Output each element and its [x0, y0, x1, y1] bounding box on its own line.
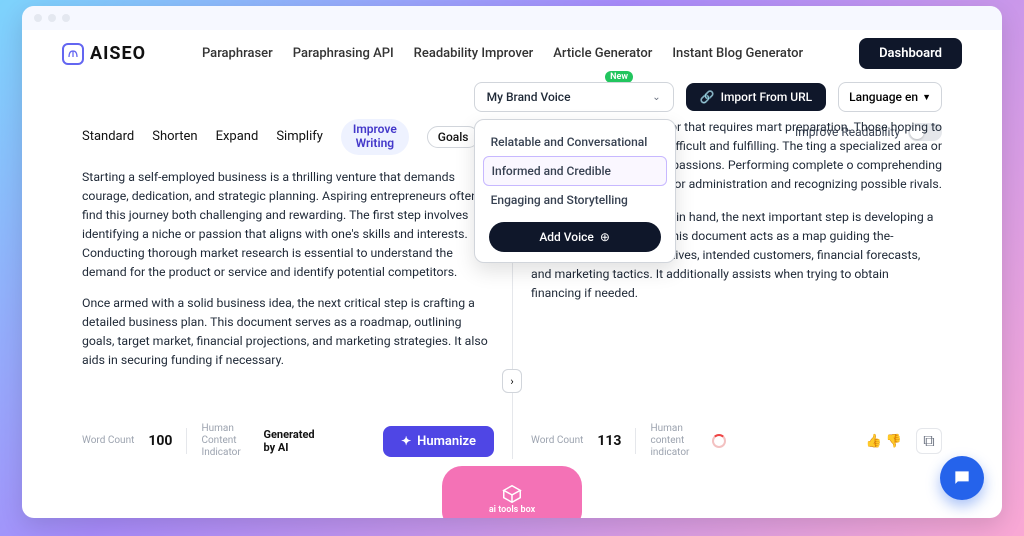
- tab-simplify[interactable]: Simplify: [276, 129, 323, 144]
- language-label: Language en: [849, 90, 918, 104]
- window-dot: [62, 14, 70, 22]
- input-column: Standard Shorten Expand Simplify Improve…: [82, 119, 512, 459]
- goals-button[interactable]: Goals: [427, 126, 480, 148]
- nav-paraphraser[interactable]: Paraphraser: [202, 46, 273, 61]
- word-count-label: Word Count: [82, 435, 134, 447]
- import-from-url-button[interactable]: 🔗 Import From URL: [686, 83, 827, 111]
- nav-instant-blog-generator[interactable]: Instant Blog Generator: [672, 46, 803, 61]
- swap-columns-button[interactable]: ›: [502, 369, 522, 393]
- word-count-metric: Word Count: [531, 435, 583, 447]
- word-count-metric: Word Count: [82, 435, 134, 447]
- header: AISEO Paraphraser Paraphrasing API Reada…: [22, 30, 1002, 75]
- brand-voice-label: My Brand Voice: [487, 90, 571, 104]
- top-nav: Paraphraser Paraphrasing API Readability…: [202, 46, 803, 61]
- logo-icon: [62, 43, 84, 65]
- add-voice-button[interactable]: Add Voice ⊕: [489, 222, 661, 252]
- mode-tabs: Standard Shorten Expand Simplify Improve…: [82, 119, 494, 155]
- word-count-value: 113: [597, 433, 621, 449]
- nav-readability-improver[interactable]: Readability Improver: [414, 46, 534, 61]
- add-voice-label: Add Voice: [539, 230, 594, 244]
- chat-fab[interactable]: [940, 456, 984, 500]
- input-footer: Word Count 100 Human Content Indicator G…: [82, 415, 494, 459]
- nav-paraphrasing-api[interactable]: Paraphrasing API: [293, 46, 394, 61]
- sparkle-icon: ✦: [401, 434, 411, 448]
- brand-voice-option-engaging[interactable]: Engaging and Storytelling: [483, 186, 667, 214]
- link-icon: 🔗: [700, 90, 715, 104]
- copy-icon: ⧉: [923, 431, 934, 451]
- brand-voice-option-informed[interactable]: Informed and Credible: [483, 156, 667, 186]
- plus-circle-icon: ⊕: [600, 230, 610, 244]
- caret-down-icon: ▼: [922, 92, 931, 103]
- dashboard-button[interactable]: Dashboard: [859, 38, 962, 69]
- brand-voice-option-relatable[interactable]: Relatable and Conversational: [483, 128, 667, 156]
- word-count-value: 100: [148, 433, 172, 449]
- hci-label: Human content indicator: [650, 423, 698, 459]
- tab-standard[interactable]: Standard: [82, 129, 134, 144]
- import-url-label: Import From URL: [721, 90, 813, 104]
- tab-expand[interactable]: Expand: [216, 129, 259, 144]
- box-icon: [501, 483, 523, 505]
- word-count-label: Word Count: [531, 435, 583, 447]
- generated-by-ai-label: Generated by AI: [263, 428, 323, 454]
- chat-icon: [952, 468, 972, 488]
- nav-article-generator[interactable]: Article Generator: [553, 46, 652, 61]
- language-select[interactable]: Language en ▼: [838, 82, 942, 112]
- watermark: ai tools box: [442, 466, 582, 518]
- watermark-label: ai tools box: [489, 505, 535, 515]
- app-window: AISEO Paraphraser Paraphrasing API Reada…: [22, 6, 1002, 518]
- window-dot: [48, 14, 56, 22]
- chevron-down-icon: ⌄: [652, 92, 660, 103]
- content: New My Brand Voice ⌄ Relatable and Conve…: [22, 75, 1002, 518]
- top-controls: New My Brand Voice ⌄ Relatable and Conve…: [82, 79, 942, 115]
- output-footer: Word Count 113 Human content indicator 👍…: [531, 415, 942, 459]
- thumbs-down-icon[interactable]: 👎: [886, 434, 902, 449]
- goals-label: Goals: [438, 130, 469, 144]
- humanize-button[interactable]: ✦ Humanize: [383, 426, 494, 457]
- divider: [186, 428, 187, 454]
- window-chrome: [22, 6, 1002, 30]
- tab-improve-writing[interactable]: ImproveWriting: [341, 119, 409, 155]
- feedback-thumbs[interactable]: 👍 👎: [866, 434, 902, 449]
- input-paragraph-1[interactable]: Starting a self-employed business is a t…: [82, 169, 494, 283]
- hci-label: Human Content Indicator: [201, 423, 249, 459]
- divider: [635, 428, 636, 454]
- thumbs-up-icon[interactable]: 👍: [866, 434, 882, 449]
- input-paragraph-2[interactable]: Once armed with a solid business idea, t…: [82, 295, 494, 371]
- copy-button[interactable]: ⧉: [916, 428, 942, 454]
- humanize-label: Humanize: [417, 434, 476, 449]
- brand-voice-dropdown: Relatable and Conversational Informed an…: [474, 119, 676, 263]
- logo-text: AISEO: [90, 43, 146, 64]
- brand-voice-select[interactable]: My Brand Voice ⌄ Relatable and Conversat…: [474, 82, 674, 112]
- loading-spinner-icon: [712, 434, 726, 448]
- window-dot: [34, 14, 42, 22]
- logo[interactable]: AISEO: [62, 43, 146, 65]
- tab-shorten[interactable]: Shorten: [152, 129, 197, 144]
